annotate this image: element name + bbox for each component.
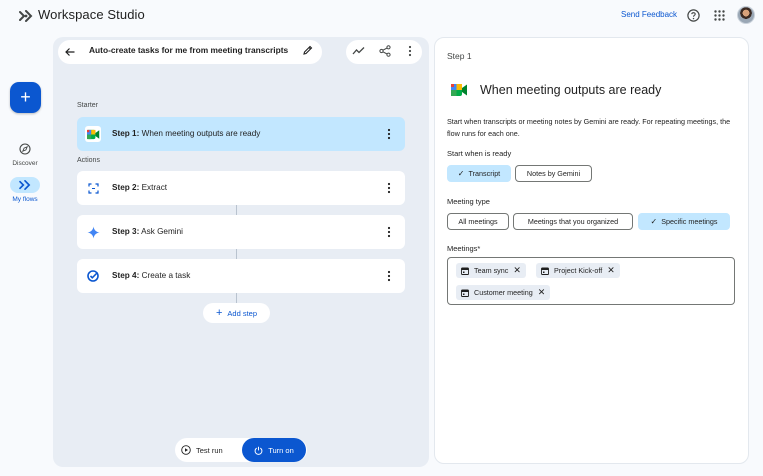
chip-transcript[interactable]: ✓ Transcript — [447, 165, 511, 182]
add-step-button[interactable]: + Add step — [203, 303, 270, 323]
meeting-chip-project-kick-off: Project Kick-off ✕ — [536, 263, 620, 278]
send-feedback-link[interactable]: Send Feedback — [621, 10, 677, 19]
activity-chart-icon[interactable] — [352, 45, 365, 57]
step-2-name: Extract — [141, 183, 168, 192]
step-1-name: When meeting outputs are ready — [141, 129, 261, 138]
chip-specific-meetings[interactable]: ✓ Specific meetings — [638, 213, 730, 230]
power-icon — [254, 446, 263, 455]
remove-chip-icon[interactable]: ✕ — [513, 266, 521, 275]
create-flow-button[interactable]: + — [10, 82, 41, 113]
starter-label: Starter — [77, 102, 99, 109]
meeting-chip-label: Team sync — [474, 266, 509, 275]
step-4-number: Step 4: — [112, 271, 140, 280]
step-connector — [236, 293, 237, 303]
step-card-2[interactable]: Step 2: Extract — [77, 171, 405, 205]
chip-notes-by-gemini[interactable]: Notes by Gemini — [515, 165, 592, 182]
top-bar: Workspace Studio Send Feedback — [0, 0, 763, 34]
meeting-type-label: Meeting type — [447, 197, 490, 206]
chip-specific-label: Specific meetings — [661, 217, 718, 226]
gemini-icon — [87, 226, 99, 238]
step-3-name: Ask Gemini — [141, 227, 183, 236]
step-2-more-icon[interactable] — [387, 182, 391, 194]
back-arrow-icon[interactable] — [64, 46, 76, 58]
turn-on-label: Turn on — [268, 445, 294, 455]
flow-editor-panel — [53, 37, 429, 467]
detail-title: When meeting outputs are ready — [480, 83, 662, 97]
calendar-icon — [541, 267, 549, 275]
step-1-more-icon[interactable] — [387, 128, 391, 140]
step-connector — [236, 205, 237, 215]
meeting-chip-label: Project Kick-off — [554, 266, 603, 275]
remove-chip-icon[interactable]: ✕ — [538, 288, 546, 297]
meeting-chip-label: Customer meeting — [474, 288, 533, 297]
meeting-chip-customer-meeting: Customer meeting ✕ — [456, 285, 551, 300]
start-when-label: Start when is ready — [447, 149, 512, 158]
check-icon: ✓ — [650, 217, 658, 226]
plus-icon: + — [215, 306, 223, 319]
chip-organized-label: Meetings that you organized — [527, 217, 619, 226]
rail-item-discover[interactable]: Discover — [3, 141, 47, 167]
actions-label: Actions — [77, 157, 100, 164]
app-title: Workspace Studio — [38, 7, 145, 22]
help-icon[interactable] — [687, 9, 700, 22]
meeting-chip-team-sync: Team sync ✕ — [456, 263, 526, 278]
share-icon[interactable] — [379, 45, 391, 57]
step-3-number: Step 3: — [112, 227, 140, 236]
add-step-label: Add step — [227, 308, 258, 318]
play-circle-icon — [181, 445, 191, 455]
step-card-3[interactable]: Step 3: Ask Gemini — [77, 215, 405, 249]
tasks-icon — [87, 270, 99, 282]
calendar-icon — [461, 267, 469, 275]
step-details-panel — [434, 37, 749, 464]
flow-title: Auto-create tasks for me from meeting tr… — [89, 45, 289, 55]
detail-description: Start when transcripts or meeting notes … — [447, 117, 731, 138]
more-vert-icon[interactable] — [406, 45, 414, 57]
google-meet-icon — [86, 129, 99, 139]
edit-pencil-icon[interactable] — [302, 45, 313, 56]
chip-meetings-you-organized[interactable]: Meetings that you organized — [513, 213, 633, 230]
remove-chip-icon[interactable]: ✕ — [607, 266, 615, 275]
chip-all-label: All meetings — [458, 217, 498, 226]
step-4-more-icon[interactable] — [387, 270, 391, 282]
avatar[interactable] — [737, 6, 755, 24]
test-run-label: Test run — [196, 445, 223, 455]
workspace-studio-logo-icon — [19, 10, 33, 22]
rail-label-my-flows: My flows — [12, 196, 38, 203]
flows-icon — [19, 180, 31, 190]
apps-grid-icon[interactable] — [714, 10, 725, 21]
step-card-1[interactable]: Step 1: When meeting outputs are ready — [77, 117, 405, 151]
calendar-icon — [461, 289, 469, 297]
chip-notes-label: Notes by Gemini — [526, 169, 581, 178]
google-meet-icon — [451, 84, 467, 96]
step-connector — [236, 249, 237, 259]
test-run-button[interactable]: Test run — [181, 440, 223, 460]
chip-all-meetings[interactable]: All meetings — [447, 213, 509, 230]
step-1-number: Step 1: — [112, 129, 140, 138]
step-4-name: Create a task — [141, 271, 191, 280]
rail-label-discover: Discover — [12, 160, 38, 167]
check-icon: ✓ — [457, 169, 465, 178]
chip-transcript-label: Transcript — [468, 169, 501, 178]
turn-on-button[interactable]: Turn on — [242, 438, 306, 462]
detail-step-label: Step 1 — [447, 51, 472, 61]
meetings-label: Meetings* — [447, 244, 481, 253]
step-3-more-icon[interactable] — [387, 226, 391, 238]
rail-item-my-flows[interactable]: My flows — [3, 177, 47, 203]
step-card-4[interactable]: Step 4: Create a task — [77, 259, 405, 293]
step-2-number: Step 2: — [112, 183, 140, 192]
extract-icon — [87, 182, 99, 194]
compass-icon — [19, 143, 31, 155]
plus-icon: + — [20, 87, 31, 107]
